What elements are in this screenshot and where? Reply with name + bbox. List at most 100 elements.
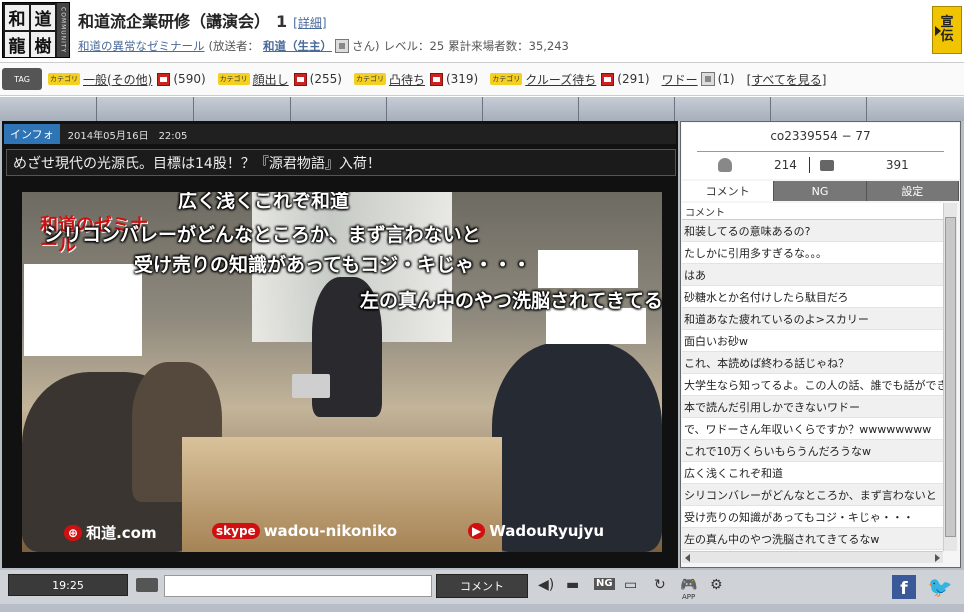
logo-char: 龍 <box>5 32 29 57</box>
seat-divider <box>482 97 483 121</box>
encyclopedia-icon[interactable] <box>429 72 443 86</box>
header: 和 道 龍 樹 COMMUNITY 和道流企業研修（講演会） 1 [詳細] 和道… <box>0 0 964 62</box>
scroll-left-icon[interactable] <box>685 554 690 562</box>
category-badge: カテゴリ <box>217 73 250 85</box>
tab-settings[interactable]: 設定 <box>866 181 959 201</box>
detail-link[interactable]: [詳細] <box>293 14 326 31</box>
community-divider <box>697 151 944 152</box>
info-tab[interactable]: インフォ <box>4 124 60 144</box>
stage-seats <box>0 97 964 121</box>
tag-item: カテゴリ クルーズ待ち (291) <box>490 71 650 88</box>
overlay-comment: シリコンバレーがどんなところか、まず言わないと <box>44 224 481 246</box>
advertise-button[interactable]: 宣 伝 <box>932 6 962 54</box>
see-all-tags-link[interactable]: [すべてを見る] <box>747 71 827 88</box>
censor-box <box>538 250 638 288</box>
reload-icon[interactable]: ↻ <box>654 578 666 592</box>
comment-bubble-toggle-icon[interactable]: ▬ <box>566 578 579 592</box>
category-badge: カテゴリ <box>48 73 80 85</box>
list-item[interactable]: 本で読んだ引用しかできないワドー <box>682 396 943 418</box>
screen-size-icon[interactable]: ▭ <box>624 578 637 592</box>
tab-comment[interactable]: コメント <box>682 181 775 201</box>
keyboard-icon[interactable] <box>136 578 158 592</box>
title-row: 和道流企業研修（講演会） 1 [詳細] <box>78 8 327 32</box>
tag-icon: TAG <box>2 68 42 90</box>
seat-divider <box>674 97 675 121</box>
comment-list-header[interactable]: コメント <box>682 203 943 220</box>
tag-link[interactable]: 顔出し <box>253 71 289 88</box>
tag-count: (1) <box>717 72 735 86</box>
community-box: co2339554 − 77 214 391 <box>682 123 959 179</box>
list-item[interactable]: で、ワドーさん年収いくらですか？wwwwwwww <box>682 418 943 440</box>
community-link[interactable]: 和道の異常なゼミナール <box>78 38 205 54</box>
seat-divider <box>578 97 579 121</box>
community-logo[interactable]: 和 道 龍 樹 COMMUNITY <box>2 2 70 58</box>
comment-count: 391 <box>885 158 909 172</box>
tag-count: (291) <box>617 72 650 86</box>
list-item[interactable]: 大学生なら知ってるよ。この人の話、誰でも話ができる <box>682 374 943 396</box>
tag-link[interactable]: クルーズ待ち <box>525 71 596 88</box>
comment-bubble-icon <box>819 159 834 171</box>
twitter-icon[interactable]: 🐦 <box>926 575 954 599</box>
broadcaster-label: (放送者： <box>208 39 260 53</box>
tag-bar: TAG カテゴリ 一般(その他) (590) カテゴリ 顔出し (255) カテ… <box>0 62 964 96</box>
list-item[interactable]: 左の真ん中のやつ洗脳されてきてるなw <box>682 528 943 550</box>
tag-link[interactable]: ワドー <box>662 71 698 88</box>
list-item[interactable]: 和道あなた疲れているのよ>スカリー <box>682 308 943 330</box>
censor-box <box>546 308 646 344</box>
tab-ng[interactable]: NG <box>774 181 867 201</box>
info-date: 2014年05月16日 22:05 <box>67 130 188 142</box>
seat-divider <box>770 97 771 121</box>
tag-item: ワドー (1) <box>662 71 735 88</box>
scroll-right-icon[interactable] <box>935 554 940 562</box>
list-item[interactable]: 砂糖水とか名付けしたら駄目だろ <box>682 286 943 308</box>
facebook-icon[interactable]: f <box>892 575 916 599</box>
community-id: co2339554 − 77 <box>770 129 871 143</box>
comment-submit-button[interactable]: コメント <box>436 574 528 598</box>
stream-number: 1 <box>276 12 288 31</box>
advertise-label-2: 伝 <box>940 29 954 44</box>
encyclopedia-none-icon[interactable] <box>700 72 715 86</box>
tag-link[interactable]: 凸待ち <box>389 71 425 88</box>
stat-divider <box>808 157 810 173</box>
volume-icon[interactable]: ◀) <box>538 578 554 592</box>
watermark-youtube: ▶ WadouRyujyu <box>468 522 604 540</box>
watermark-site-text: 和道.com <box>86 524 157 542</box>
community-stats: 214 391 <box>682 155 959 175</box>
encyclopedia-icon[interactable] <box>601 72 615 86</box>
scroll-thumb[interactable] <box>945 217 956 537</box>
app-icon[interactable]: 🎮 <box>680 578 697 592</box>
comment-input[interactable] <box>164 575 432 597</box>
video-screen[interactable]: 和道のゼミナール 広く浅くこれぞ和道 シリコンバレーがどんなところか、まず言わな… <box>22 192 662 552</box>
list-item[interactable]: これ、本読めば終わる話じゃね？ <box>682 352 943 374</box>
horizontal-scrollbar[interactable] <box>682 551 943 563</box>
watermark-youtube-text: WadouRyujyu <box>489 522 605 540</box>
logo-char: 和 <box>5 5 29 30</box>
list-item[interactable]: 和装してるの意味あるの? <box>682 220 943 242</box>
logo-mark: 和 道 龍 樹 <box>3 3 57 57</box>
list-item[interactable]: シリコンバレーがどんなところか、まず言わないと <box>682 484 943 506</box>
list-item[interactable]: 広く浅くこれぞ和道 <box>682 462 943 484</box>
seat-divider <box>386 97 387 121</box>
tag-link[interactable]: 一般(その他) <box>83 71 152 88</box>
broadcaster-link[interactable]: 和道（生主） <box>263 38 332 54</box>
list-item[interactable]: たしかに引用多すぎるな。。。 <box>682 242 943 264</box>
category-badge: カテゴリ <box>353 73 386 85</box>
list-item[interactable]: これで10万くらいもらうんだろうなw <box>682 440 943 462</box>
ng-icon[interactable]: NG <box>594 578 615 590</box>
list-item[interactable]: 受け売りの知識があってもコジ・キじゃ・・・ <box>682 506 943 528</box>
logo-char: 樹 <box>31 32 55 57</box>
user-icon <box>335 39 349 53</box>
list-item[interactable]: はあ <box>682 264 943 286</box>
category-badge: カテゴリ <box>490 73 523 85</box>
watermark-skype: skype wadou-nikoniko <box>212 522 397 540</box>
settings-gear-icon[interactable]: ⚙ <box>710 578 723 592</box>
tag-item: カテゴリ 凸待ち (319) <box>353 71 479 88</box>
list-item[interactable]: 面白いお砂w <box>682 330 943 352</box>
encyclopedia-icon[interactable] <box>293 72 307 86</box>
seat-divider <box>193 97 194 121</box>
tag-count: (319) <box>445 72 479 86</box>
encyclopedia-icon[interactable] <box>157 72 171 86</box>
seat-divider <box>96 97 97 121</box>
comment-scrollbar[interactable] <box>943 203 957 551</box>
visitors-text: 累計来場者数：35,243 <box>448 39 569 53</box>
